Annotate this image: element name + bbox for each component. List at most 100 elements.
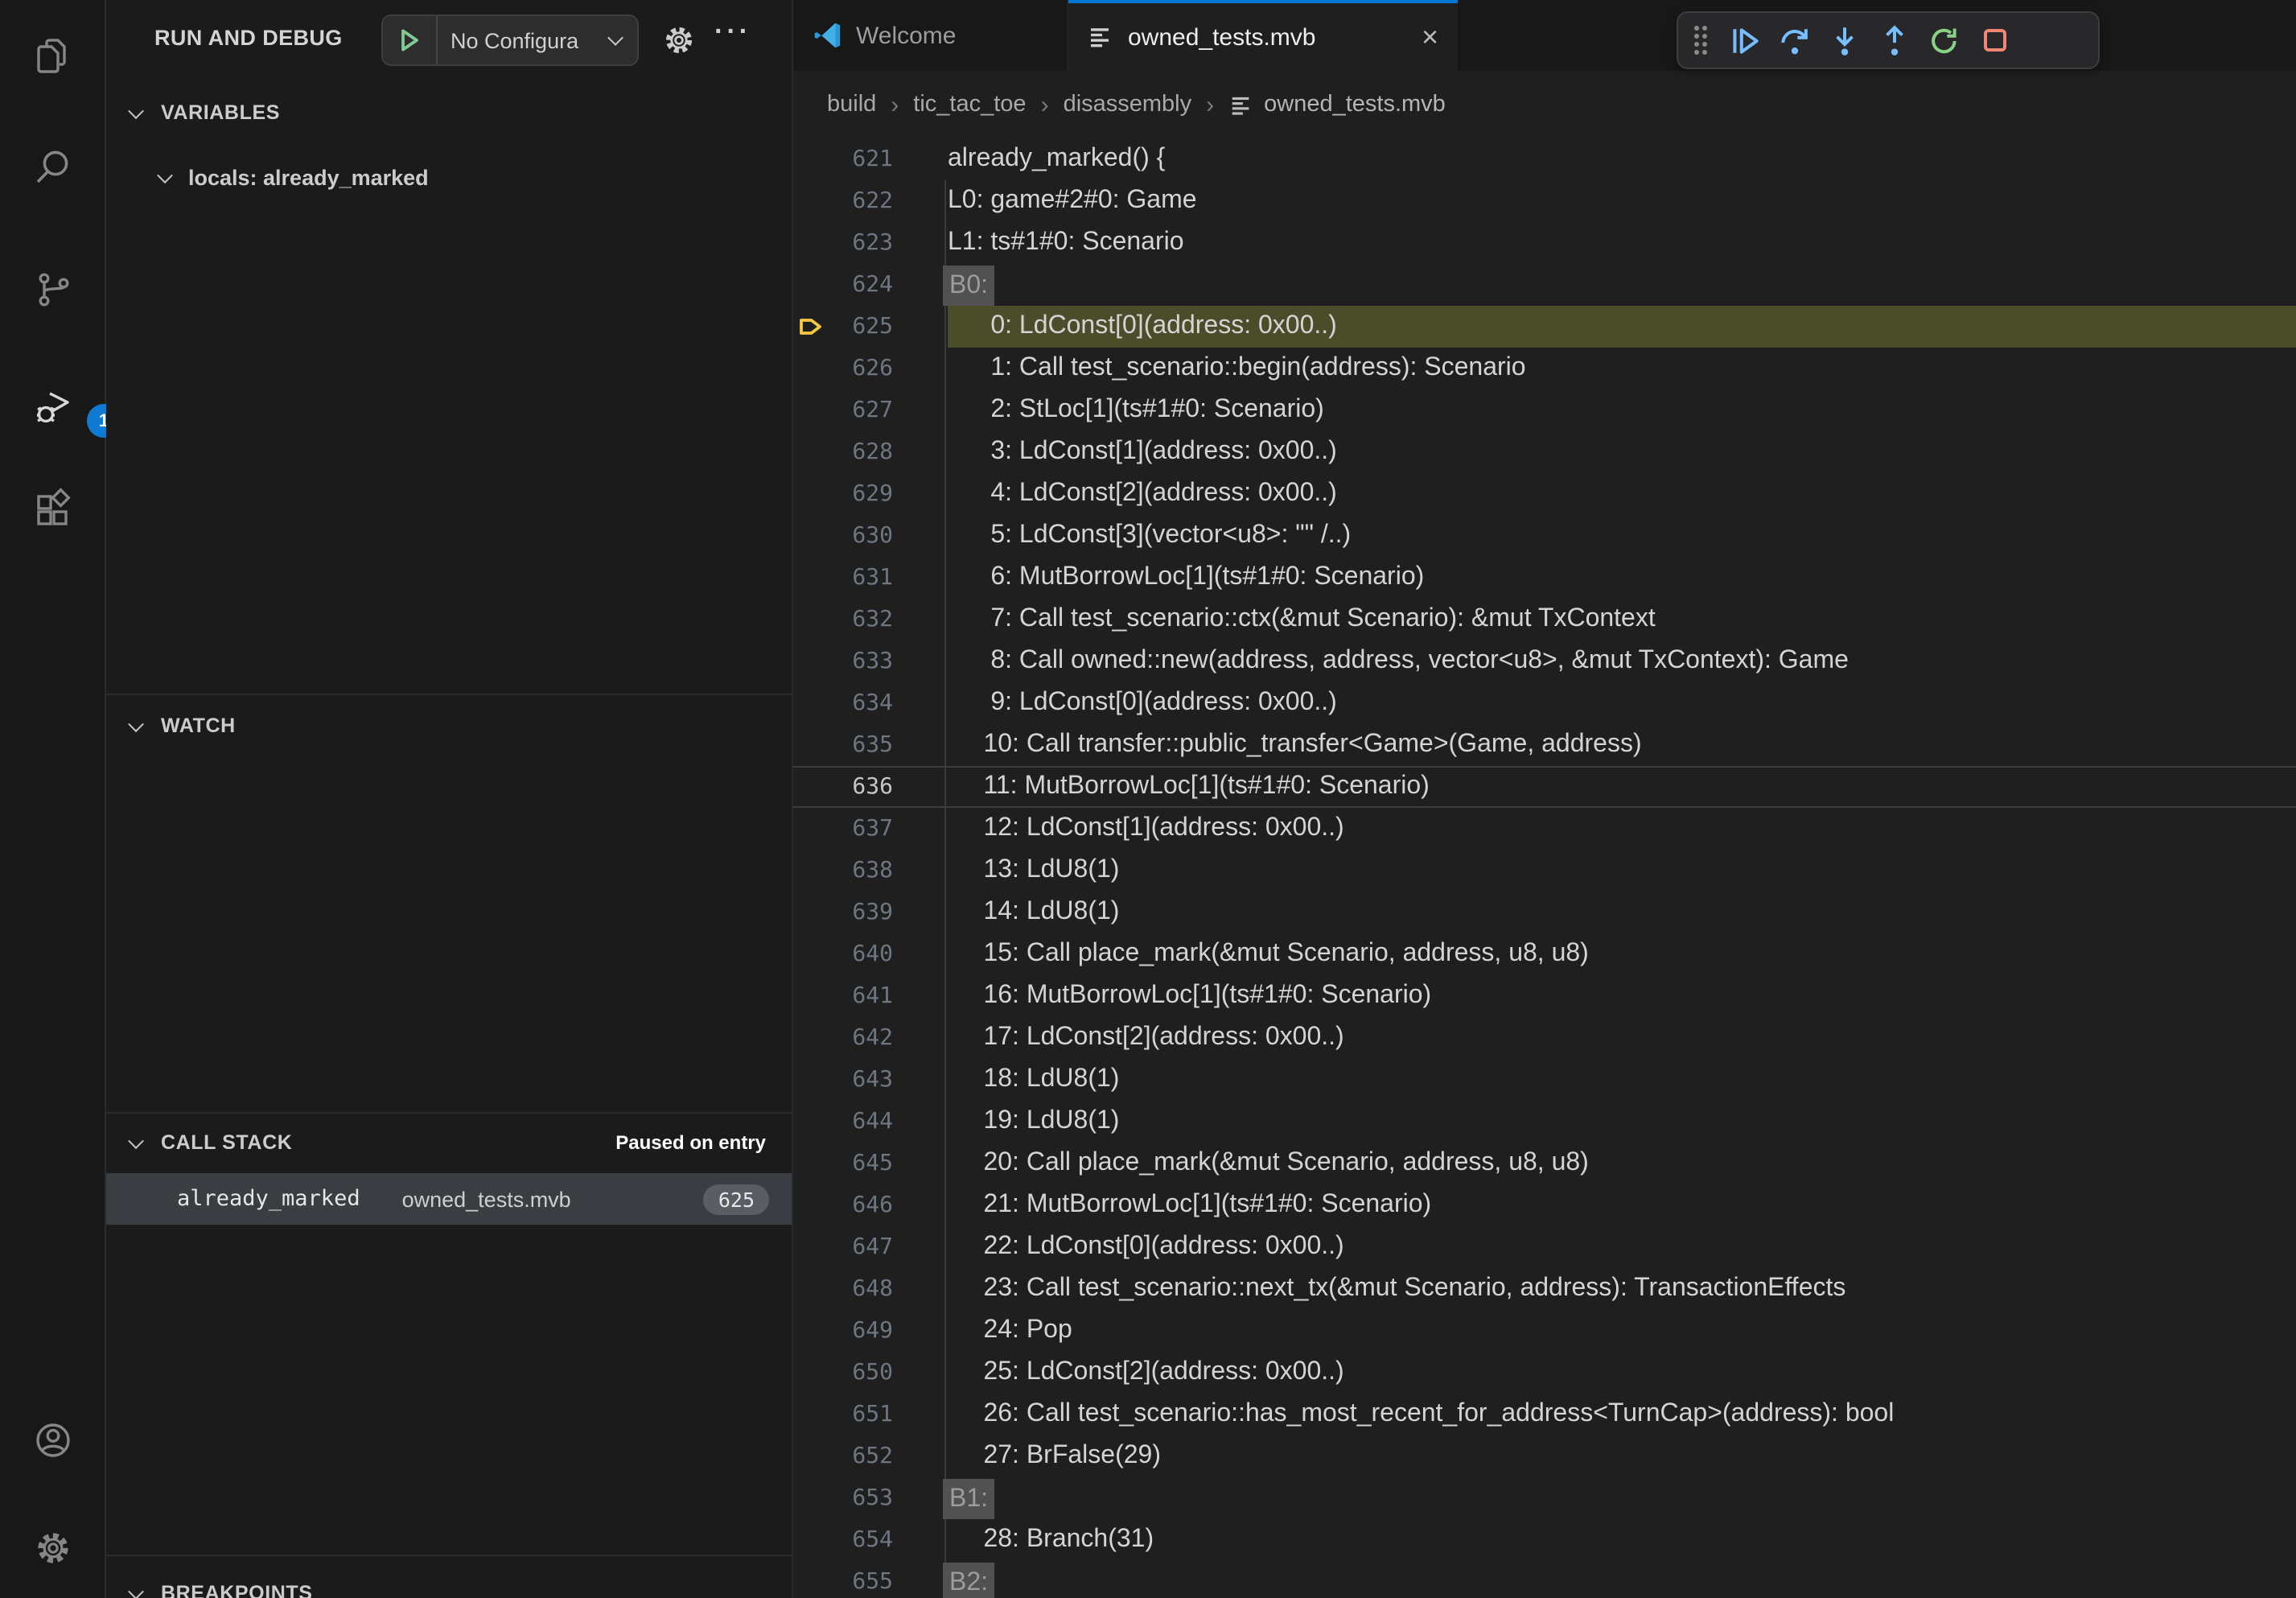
toolbar-drag-grip[interactable] bbox=[1694, 26, 1707, 55]
line-content[interactable]: 27: BrFalse(29) bbox=[948, 1435, 2296, 1477]
code-line[interactable]: 642 17: LdConst[2](address: 0x00..) bbox=[793, 1017, 2296, 1059]
line-gutter[interactable]: 654 bbox=[793, 1519, 948, 1561]
line-gutter[interactable]: 641 bbox=[793, 975, 948, 1017]
line-number[interactable]: 622 bbox=[793, 180, 893, 222]
breadcrumb-item[interactable]: owned_tests.mvb bbox=[1264, 92, 1446, 117]
extensions-icon[interactable] bbox=[32, 488, 74, 529]
line-content[interactable]: 7: Call test_scenario::ctx(&mut Scenario… bbox=[948, 599, 2296, 640]
code-line[interactable]: 648 23: Call test_scenario::next_tx(&mut… bbox=[793, 1268, 2296, 1310]
line-content[interactable]: 8: Call owned::new(address, address, vec… bbox=[948, 640, 2296, 682]
code-line[interactable]: 654 28: Branch(31) bbox=[793, 1519, 2296, 1561]
line-gutter[interactable]: 621 bbox=[793, 138, 948, 180]
locals-tree-item[interactable]: locals: already_marked bbox=[106, 153, 792, 201]
line-gutter[interactable]: 631 bbox=[793, 557, 948, 599]
line-content[interactable]: 12: LdConst[1](address: 0x00..) bbox=[948, 808, 2296, 850]
line-number[interactable]: 626 bbox=[793, 348, 893, 389]
code-line[interactable]: 636 11: MutBorrowLoc[1](ts#1#0: Scenario… bbox=[793, 766, 2296, 808]
line-gutter[interactable]: 627 bbox=[793, 389, 948, 431]
line-number[interactable]: 651 bbox=[793, 1394, 893, 1435]
line-number[interactable]: 629 bbox=[793, 473, 893, 515]
line-content[interactable]: 10: Call transfer::public_transfer<Game>… bbox=[948, 724, 2296, 766]
continue-button[interactable] bbox=[1720, 16, 1770, 64]
line-number[interactable]: 623 bbox=[793, 222, 893, 264]
code-line[interactable]: 638 13: LdU8(1) bbox=[793, 850, 2296, 892]
line-content[interactable]: 22: LdConst[0](address: 0x00..) bbox=[948, 1226, 2296, 1268]
line-number[interactable]: 636 bbox=[793, 766, 893, 808]
line-number[interactable]: 649 bbox=[793, 1310, 893, 1352]
line-content[interactable]: 24: Pop bbox=[948, 1310, 2296, 1352]
call-stack-header[interactable]: CALL STACK Paused on entry bbox=[106, 1118, 792, 1167]
run-and-debug-icon[interactable]: 1 bbox=[32, 386, 74, 428]
line-content[interactable]: L0: game#2#0: Game bbox=[948, 180, 2296, 222]
line-content[interactable]: 18: LdU8(1) bbox=[948, 1059, 2296, 1101]
line-number[interactable]: 652 bbox=[793, 1435, 893, 1477]
code-line[interactable]: 621 already_marked() { bbox=[793, 138, 2296, 180]
line-content[interactable]: 11: MutBorrowLoc[1](ts#1#0: Scenario) bbox=[948, 766, 2296, 808]
line-content[interactable]: B1: bbox=[948, 1477, 2296, 1519]
code-line[interactable]: 645 20: Call place_mark(&mut Scenario, a… bbox=[793, 1143, 2296, 1184]
code-line[interactable]: 646 21: MutBorrowLoc[1](ts#1#0: Scenario… bbox=[793, 1184, 2296, 1226]
code-line[interactable]: 629 4: LdConst[2](address: 0x00..) bbox=[793, 473, 2296, 515]
line-number[interactable]: 642 bbox=[793, 1017, 893, 1059]
line-gutter[interactable]: 630 bbox=[793, 515, 948, 557]
explorer-icon[interactable] bbox=[32, 35, 74, 77]
line-content[interactable]: 13: LdU8(1) bbox=[948, 850, 2296, 892]
code-line[interactable]: 655 B2: bbox=[793, 1561, 2296, 1598]
line-content[interactable]: L1: ts#1#0: Scenario bbox=[948, 222, 2296, 264]
line-gutter[interactable]: 636 bbox=[793, 766, 948, 808]
code-line[interactable]: 644 19: LdU8(1) bbox=[793, 1101, 2296, 1143]
step-out-button[interactable] bbox=[1870, 16, 1920, 64]
stop-button[interactable] bbox=[1969, 16, 2019, 64]
line-number[interactable]: 630 bbox=[793, 515, 893, 557]
line-number[interactable]: 631 bbox=[793, 557, 893, 599]
code-line[interactable]: 643 18: LdU8(1) bbox=[793, 1059, 2296, 1101]
code-line[interactable]: 632 7: Call test_scenario::ctx(&mut Scen… bbox=[793, 599, 2296, 640]
line-number[interactable]: 643 bbox=[793, 1059, 893, 1101]
stack-frame-row[interactable]: already_marked owned_tests.mvb 625 bbox=[106, 1173, 792, 1225]
line-content[interactable]: 28: Branch(31) bbox=[948, 1519, 2296, 1561]
line-gutter[interactable]: 649 bbox=[793, 1310, 948, 1352]
code-line[interactable]: 639 14: LdU8(1) bbox=[793, 892, 2296, 933]
line-number[interactable]: 648 bbox=[793, 1268, 893, 1310]
line-content[interactable]: 9: LdConst[0](address: 0x00..) bbox=[948, 682, 2296, 724]
line-number[interactable]: 637 bbox=[793, 808, 893, 850]
line-number[interactable]: 653 bbox=[793, 1477, 893, 1519]
source-control-icon[interactable] bbox=[32, 269, 74, 311]
line-content[interactable]: B0: bbox=[948, 264, 2296, 306]
line-gutter[interactable]: 643 bbox=[793, 1059, 948, 1101]
line-content[interactable]: 19: LdU8(1) bbox=[948, 1101, 2296, 1143]
line-number[interactable]: 633 bbox=[793, 640, 893, 682]
line-gutter[interactable]: 633 bbox=[793, 640, 948, 682]
step-over-button[interactable] bbox=[1770, 16, 1820, 64]
line-gutter[interactable]: 642 bbox=[793, 1017, 948, 1059]
account-icon[interactable] bbox=[32, 1419, 74, 1461]
code-line[interactable]: 647 22: LdConst[0](address: 0x00..) bbox=[793, 1226, 2296, 1268]
line-content[interactable]: 25: LdConst[2](address: 0x00..) bbox=[948, 1352, 2296, 1394]
breadcrumb-item[interactable]: tic_tac_toe bbox=[913, 92, 1026, 117]
code-line[interactable]: 623 L1: ts#1#0: Scenario bbox=[793, 222, 2296, 264]
line-number[interactable]: 635 bbox=[793, 724, 893, 766]
debug-settings-gear-icon[interactable] bbox=[661, 23, 697, 58]
code-line[interactable]: 628 3: LdConst[1](address: 0x00..) bbox=[793, 431, 2296, 473]
line-number[interactable]: 650 bbox=[793, 1352, 893, 1394]
line-number[interactable]: 654 bbox=[793, 1519, 893, 1561]
line-gutter[interactable]: 640 bbox=[793, 933, 948, 975]
line-number[interactable]: 641 bbox=[793, 975, 893, 1017]
tab-owned-tests[interactable]: owned_tests.mvb × bbox=[1068, 0, 1458, 71]
line-gutter[interactable]: 635 bbox=[793, 724, 948, 766]
line-number[interactable]: 621 bbox=[793, 138, 893, 180]
code-line[interactable]: 651 26: Call test_scenario::has_most_rec… bbox=[793, 1394, 2296, 1435]
line-content[interactable]: 21: MutBorrowLoc[1](ts#1#0: Scenario) bbox=[948, 1184, 2296, 1226]
code-line[interactable]: 631 6: MutBorrowLoc[1](ts#1#0: Scenario) bbox=[793, 557, 2296, 599]
code-line[interactable]: 627 2: StLoc[1](ts#1#0: Scenario) bbox=[793, 389, 2296, 431]
line-content[interactable]: 14: LdU8(1) bbox=[948, 892, 2296, 933]
line-gutter[interactable]: 626 bbox=[793, 348, 948, 389]
line-gutter[interactable]: 637 bbox=[793, 808, 948, 850]
line-number[interactable]: 640 bbox=[793, 933, 893, 975]
code-line[interactable]: 622 L0: game#2#0: Game bbox=[793, 180, 2296, 222]
code-line[interactable]: 653 B1: bbox=[793, 1477, 2296, 1519]
line-gutter[interactable]: 632 bbox=[793, 599, 948, 640]
line-number[interactable]: 628 bbox=[793, 431, 893, 473]
code-line[interactable]: 635 10: Call transfer::public_transfer<G… bbox=[793, 724, 2296, 766]
code-line[interactable]: 624 B0: bbox=[793, 264, 2296, 306]
